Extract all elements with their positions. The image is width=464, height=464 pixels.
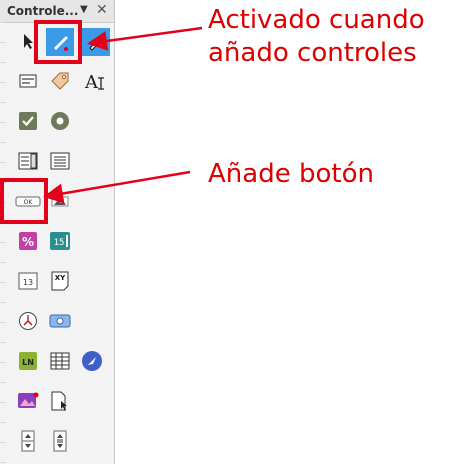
annotation-add-button: Añade botón (208, 159, 374, 189)
arrow-to-push-button (43, 170, 191, 204)
annotation-arrows (43, 26, 203, 204)
annotation-activated-line1: Activado cuando (208, 5, 425, 35)
annotation-activated-line2: añado controles (208, 38, 417, 68)
arrow-to-design-mode (87, 26, 203, 51)
